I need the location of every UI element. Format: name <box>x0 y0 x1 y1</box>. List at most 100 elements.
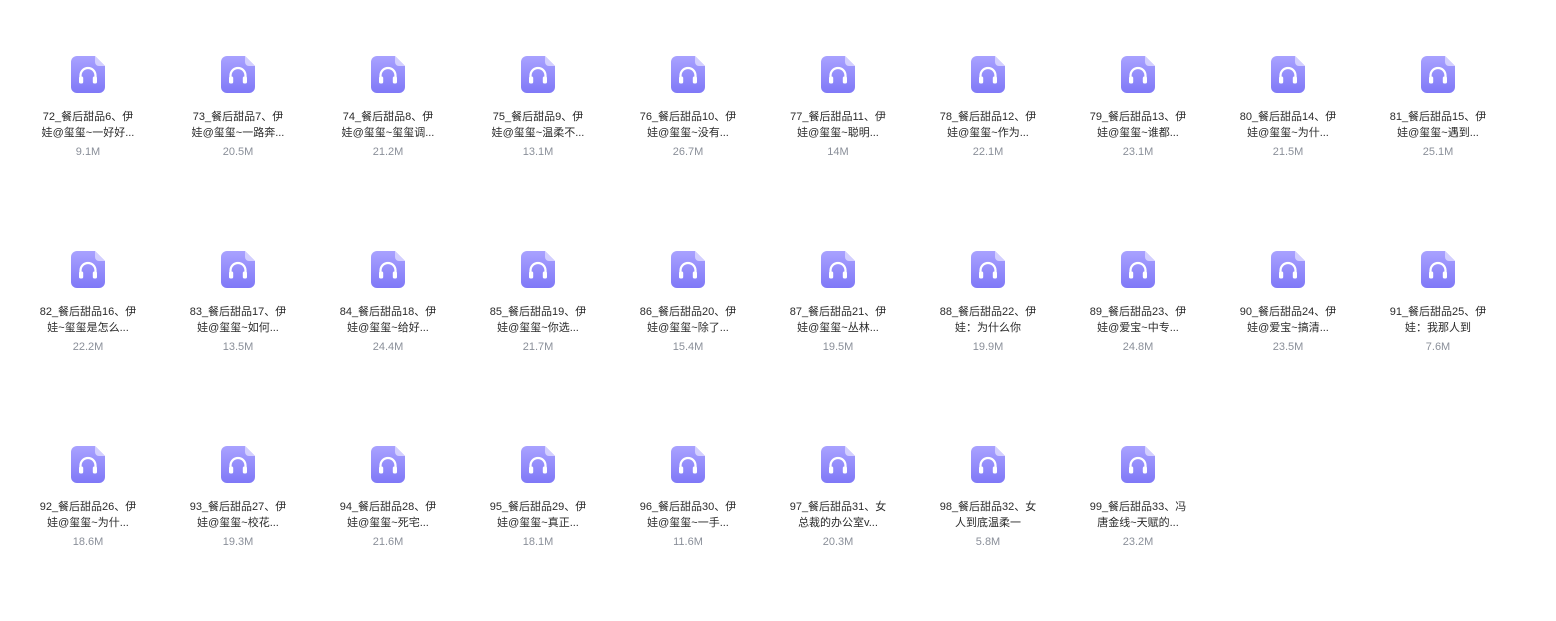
audio-file-icon <box>221 446 255 483</box>
audio-file-icon <box>971 251 1005 288</box>
file-item[interactable]: 86_餐后甜品20、伊娃@玺玺~除了... 15.4M <box>613 231 763 426</box>
file-size: 11.6M <box>673 536 703 548</box>
file-size: 19.9M <box>972 341 1004 353</box>
file-size: 13.1M <box>522 146 554 158</box>
file-item[interactable]: 77_餐后甜品11、伊娃@玺玺~聪明... 14M <box>763 36 913 231</box>
file-item[interactable]: 78_餐后甜品12、伊娃@玺玺~作为... 22.1M <box>913 36 1063 231</box>
audio-file-icon <box>1271 56 1305 93</box>
file-item[interactable]: 88_餐后甜品22、伊娃：为什么你 19.9M <box>913 231 1063 426</box>
file-size: 22.1M <box>972 146 1004 158</box>
audio-file-icon <box>521 56 555 93</box>
file-size: 22.2M <box>72 341 104 353</box>
file-name: 77_餐后甜品11、伊娃@玺玺~聪明... <box>790 111 886 139</box>
file-size: 21.2M <box>372 146 404 158</box>
file-name: 95_餐后甜品29、伊娃@玺玺~真正... <box>489 501 587 529</box>
file-item[interactable]: 72_餐后甜品6、伊娃@玺玺~一好好... 9.1M <box>13 36 163 231</box>
file-name: 73_餐后甜品7、伊娃@玺玺~一路奔... <box>191 111 285 139</box>
file-name: 84_餐后甜品18、伊娃@玺玺~给好... <box>339 306 437 334</box>
file-item[interactable]: 95_餐后甜品29、伊娃@玺玺~真正... 18.1M <box>463 426 613 621</box>
file-name: 79_餐后甜品13、伊娃@玺玺~谁都... <box>1089 111 1187 139</box>
file-name: 81_餐后甜品15、伊娃@玺玺~遇到... <box>1389 111 1487 139</box>
audio-file-icon <box>71 446 105 483</box>
file-name: 93_餐后甜品27、伊娃@玺玺~校花... <box>189 501 287 529</box>
audio-file-icon <box>821 251 855 288</box>
audio-file-icon <box>1421 56 1455 93</box>
file-size: 18.6M <box>72 536 104 548</box>
file-item[interactable]: 83_餐后甜品17、伊娃@玺玺~如何... 13.5M <box>163 231 313 426</box>
file-size: 19.3M <box>222 536 254 548</box>
audio-file-icon <box>671 446 705 483</box>
file-size: 21.7M <box>522 341 554 353</box>
audio-file-icon <box>521 251 555 288</box>
audio-file-icon <box>371 56 405 93</box>
file-size: 18.1M <box>522 536 554 548</box>
file-name: 90_餐后甜品24、伊娃@爱宝~搞清... <box>1239 306 1337 334</box>
audio-file-icon <box>821 56 855 93</box>
file-name: 94_餐后甜品28、伊娃@玺玺~死宅... <box>339 501 437 529</box>
file-item[interactable]: 76_餐后甜品10、伊娃@玺玺~没有... 26.7M <box>613 36 763 231</box>
file-size: 24.4M <box>372 341 404 353</box>
file-item[interactable]: 75_餐后甜品9、伊娃@玺玺~温柔不... 13.1M <box>463 36 613 231</box>
file-size: 9.1M <box>75 146 101 158</box>
file-grid: 72_餐后甜品6、伊娃@玺玺~一好好... 9.1M 73_餐后甜品7、伊娃@玺… <box>13 36 1513 621</box>
file-item[interactable]: 93_餐后甜品27、伊娃@玺玺~校花... 19.3M <box>163 426 313 621</box>
audio-file-icon <box>521 446 555 483</box>
file-item[interactable]: 74_餐后甜品8、伊娃@玺玺~玺玺调... 21.2M <box>313 36 463 231</box>
file-item[interactable]: 94_餐后甜品28、伊娃@玺玺~死宅... 21.6M <box>313 426 463 621</box>
audio-file-icon <box>671 56 705 93</box>
file-name: 82_餐后甜品16、伊娃~玺玺是怎么... <box>39 306 137 334</box>
file-name: 91_餐后甜品25、伊娃：我那人到 <box>1389 306 1487 334</box>
file-size: 19.5M <box>822 341 854 353</box>
audio-file-icon <box>671 251 705 288</box>
file-item[interactable]: 84_餐后甜品18、伊娃@玺玺~给好... 24.4M <box>313 231 463 426</box>
file-item[interactable]: 85_餐后甜品19、伊娃@玺玺~你选... 21.7M <box>463 231 613 426</box>
file-name: 98_餐后甜品32、女人到底温柔一 <box>939 501 1037 529</box>
file-item[interactable]: 73_餐后甜品7、伊娃@玺玺~一路奔... 20.5M <box>163 36 313 231</box>
file-name: 96_餐后甜品30、伊娃@玺玺~一手... <box>639 501 737 529</box>
audio-file-icon <box>1271 251 1305 288</box>
file-item[interactable]: 90_餐后甜品24、伊娃@爱宝~搞清... 23.5M <box>1213 231 1363 426</box>
file-item[interactable]: 96_餐后甜品30、伊娃@玺玺~一手... 11.6M <box>613 426 763 621</box>
file-item[interactable]: 98_餐后甜品32、女人到底温柔一 5.8M <box>913 426 1063 621</box>
audio-file-icon <box>1121 251 1155 288</box>
audio-file-icon <box>71 56 105 93</box>
audio-file-icon <box>71 251 105 288</box>
file-size: 15.4M <box>672 341 704 353</box>
file-size: 21.6M <box>372 536 404 548</box>
file-size: 26.7M <box>672 146 704 158</box>
file-size: 23.1M <box>1122 146 1154 158</box>
file-item[interactable]: 89_餐后甜品23、伊娃@爱宝~中专... 24.8M <box>1063 231 1213 426</box>
audio-file-icon <box>221 251 255 288</box>
file-name: 87_餐后甜品21、伊娃@玺玺~丛林... <box>789 306 887 334</box>
audio-file-icon <box>221 56 255 93</box>
file-size: 20.3M <box>822 536 854 548</box>
audio-file-icon <box>821 446 855 483</box>
file-item[interactable]: 92_餐后甜品26、伊娃@玺玺~为什... 18.6M <box>13 426 163 621</box>
file-name: 76_餐后甜品10、伊娃@玺玺~没有... <box>639 111 737 139</box>
audio-file-icon <box>971 446 1005 483</box>
file-item[interactable]: 91_餐后甜品25、伊娃：我那人到 7.6M <box>1363 231 1513 426</box>
file-name: 78_餐后甜品12、伊娃@玺玺~作为... <box>939 111 1037 139</box>
file-item[interactable]: 87_餐后甜品21、伊娃@玺玺~丛林... 19.5M <box>763 231 913 426</box>
file-item[interactable]: 81_餐后甜品15、伊娃@玺玺~遇到... 25.1M <box>1363 36 1513 231</box>
file-name: 83_餐后甜品17、伊娃@玺玺~如何... <box>189 306 287 334</box>
file-name: 99_餐后甜品33、冯唐金线~天赋的... <box>1089 501 1187 529</box>
file-item[interactable]: 82_餐后甜品16、伊娃~玺玺是怎么... 22.2M <box>13 231 163 426</box>
file-item[interactable]: 99_餐后甜品33、冯唐金线~天赋的... 23.2M <box>1063 426 1213 621</box>
file-name: 86_餐后甜品20、伊娃@玺玺~除了... <box>639 306 737 334</box>
audio-file-icon <box>971 56 1005 93</box>
file-item[interactable]: 79_餐后甜品13、伊娃@玺玺~谁都... 23.1M <box>1063 36 1213 231</box>
file-size: 7.6M <box>1425 341 1451 353</box>
file-name: 75_餐后甜品9、伊娃@玺玺~温柔不... <box>491 111 585 139</box>
file-size: 5.8M <box>975 536 1001 548</box>
file-item[interactable]: 80_餐后甜品14、伊娃@玺玺~为什... 21.5M <box>1213 36 1363 231</box>
file-name: 80_餐后甜品14、伊娃@玺玺~为什... <box>1239 111 1337 139</box>
file-item[interactable]: 97_餐后甜品31、女总裁的办公室v... 20.3M <box>763 426 913 621</box>
file-size: 13.5M <box>222 341 254 353</box>
file-size: 25.1M <box>1422 146 1454 158</box>
file-size: 23.2M <box>1122 536 1154 548</box>
file-size: 14M <box>827 146 849 158</box>
file-name: 72_餐后甜品6、伊娃@玺玺~一好好... <box>41 111 135 139</box>
audio-file-icon <box>1121 56 1155 93</box>
file-name: 92_餐后甜品26、伊娃@玺玺~为什... <box>39 501 137 529</box>
